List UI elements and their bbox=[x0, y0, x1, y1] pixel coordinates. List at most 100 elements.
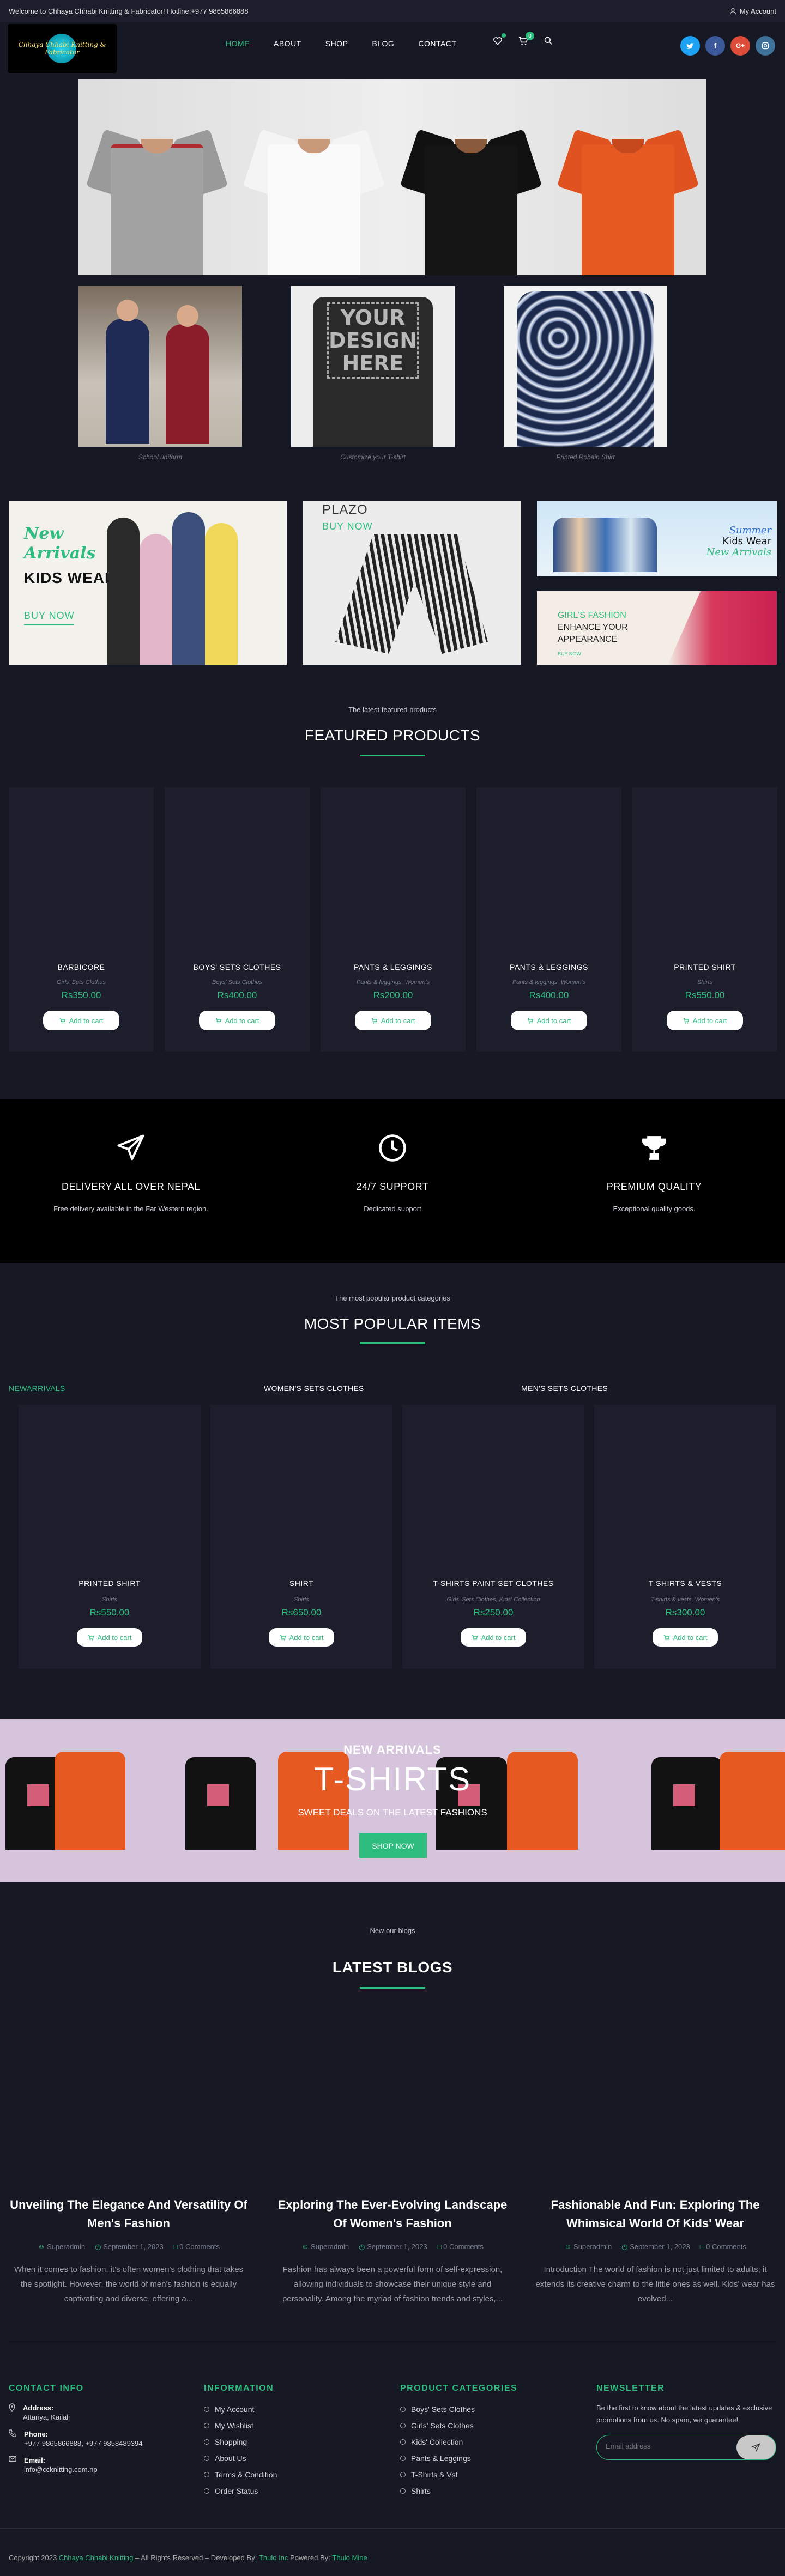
product-card[interactable]: T-SHIRTS & VESTS T-shirts & vests, Women… bbox=[594, 1405, 776, 1669]
blog-author[interactable]: Superadmin bbox=[311, 2243, 349, 2251]
product-name[interactable]: BARBICORE bbox=[9, 963, 154, 971]
add-to-cart-button[interactable]: Add to cart bbox=[199, 1011, 275, 1030]
add-to-cart-button[interactable]: Add to cart bbox=[653, 1628, 718, 1647]
product-card[interactable]: PRINTED SHIRT Shirts Rs550.00 Add to car… bbox=[632, 787, 777, 1052]
blog-post[interactable]: Exploring The Ever-Evolving Landscape Of… bbox=[273, 2196, 512, 2306]
product-name[interactable]: PRINTED SHIRT bbox=[632, 963, 777, 971]
product-name[interactable]: BOYS' SETS CLOTHES bbox=[165, 963, 310, 971]
product-name[interactable]: T-SHIRTS PAINT SET CLOTHES bbox=[402, 1579, 584, 1588]
girls-fashion-banner[interactable]: GIRL'S FASHION ENHANCE YOUR APPEARANCE B… bbox=[537, 591, 777, 665]
nav-about[interactable]: ABOUT bbox=[274, 39, 301, 48]
kids-wear-banner[interactable]: New Arrivals KIDS WEAR BUY NOW bbox=[9, 501, 287, 665]
blog-author[interactable]: Superadmin bbox=[47, 2243, 85, 2251]
logo[interactable]: Chhaya Chhabi Knitting & Fabricator bbox=[8, 24, 117, 73]
plazo-buy-now[interactable]: BUY NOW bbox=[322, 521, 373, 532]
footer-phone[interactable]: +977 9865866888, +977 9858489394 bbox=[24, 2439, 143, 2448]
product-name[interactable]: T-SHIRTS & VESTS bbox=[594, 1579, 776, 1588]
footer-link[interactable]: My Account bbox=[204, 2401, 384, 2417]
newsletter-email-input[interactable] bbox=[606, 2442, 731, 2450]
customize-tshirt-image[interactable]: YOUR DESIGN HERE bbox=[291, 286, 455, 447]
tab-new-arrivals[interactable]: NEWARRIVALS bbox=[9, 1384, 65, 1393]
nav-home[interactable]: HOME bbox=[226, 39, 250, 48]
product-category[interactable]: Girls' Sets Clothes, Kids' Collection bbox=[402, 1596, 584, 1603]
product-category[interactable]: Boys' Sets Clothes bbox=[165, 979, 310, 986]
facebook-icon[interactable]: f bbox=[705, 36, 725, 56]
feature-title: PREMIUM QUALITY bbox=[606, 1181, 702, 1192]
product-category[interactable]: Pants & leggings, Women's bbox=[476, 979, 621, 986]
product-card[interactable]: T-SHIRTS PAINT SET CLOTHES Girls' Sets C… bbox=[402, 1405, 584, 1669]
product-card[interactable]: SHIRT Shirts Rs650.00 Add to cart bbox=[210, 1405, 392, 1669]
printed-shirt-image[interactable] bbox=[504, 286, 667, 447]
tshirts-banner[interactable]: NEW ARRIVALS T-SHIRTS SWEET DEALS ON THE… bbox=[0, 1719, 785, 1882]
summer-kids-banner[interactable]: Summer Kids Wear New Arrivals bbox=[537, 501, 777, 576]
blog-title[interactable]: Fashionable And Fun: Exploring The Whims… bbox=[535, 2196, 775, 2233]
product-name[interactable]: PANTS & LEGGINGS bbox=[476, 963, 621, 971]
product-category[interactable]: T-shirts & vests, Women's bbox=[594, 1596, 776, 1603]
blog-comments[interactable]: 0 Comments bbox=[706, 2243, 746, 2251]
instagram-icon[interactable] bbox=[756, 36, 775, 56]
blog-author[interactable]: Superadmin bbox=[573, 2243, 612, 2251]
footer-link[interactable]: Shirts bbox=[400, 2483, 580, 2499]
footer-link[interactable]: T-Shirts & Vst bbox=[400, 2466, 580, 2483]
copyright-company-link[interactable]: Chhaya Chhabi Knitting bbox=[59, 2554, 134, 2562]
product-category[interactable]: Girls' Sets Clothes bbox=[9, 979, 154, 986]
add-to-cart-button[interactable]: Add to cart bbox=[43, 1011, 119, 1030]
product-card[interactable]: PANTS & LEGGINGS Pants & leggings, Women… bbox=[476, 787, 621, 1052]
footer-link[interactable]: Kids' Collection bbox=[400, 2434, 580, 2450]
footer-email[interactable]: info@ccknitting.com.np bbox=[24, 2465, 98, 2474]
cart-button[interactable]: 0 bbox=[518, 32, 534, 46]
footer-link[interactable]: Girls' Sets Clothes bbox=[400, 2417, 580, 2434]
footer-link[interactable]: Pants & Leggings bbox=[400, 2450, 580, 2466]
add-to-cart-button[interactable]: Add to cart bbox=[667, 1011, 743, 1030]
google-plus-icon[interactable]: G+ bbox=[730, 36, 750, 56]
product-category[interactable]: Shirts bbox=[632, 979, 777, 986]
grey-tshirt-image bbox=[86, 112, 228, 275]
wishlist-button[interactable] bbox=[493, 33, 506, 45]
school-uniform-image[interactable] bbox=[78, 286, 242, 447]
nav-shop[interactable]: SHOP bbox=[325, 39, 348, 48]
footer-link[interactable]: Boys' Sets Clothes bbox=[400, 2401, 580, 2417]
footer-link[interactable]: Shopping bbox=[204, 2434, 384, 2450]
tab-womens-sets[interactable]: WOMEN'S SETS CLOTHES bbox=[264, 1384, 364, 1393]
add-to-cart-button[interactable]: Add to cart bbox=[269, 1628, 334, 1647]
newsletter-submit-button[interactable] bbox=[736, 2435, 776, 2459]
add-to-cart-button[interactable]: Add to cart bbox=[355, 1011, 431, 1030]
footer-link[interactable]: About Us bbox=[204, 2450, 384, 2466]
blog-title[interactable]: Exploring The Ever-Evolving Landscape Of… bbox=[273, 2196, 512, 2233]
girls-buy-now[interactable]: BUY NOW bbox=[558, 648, 628, 660]
add-to-cart-button[interactable]: Add to cart bbox=[511, 1011, 587, 1030]
product-name[interactable]: PRINTED SHIRT bbox=[19, 1579, 201, 1588]
kids-buy-now[interactable]: BUY NOW bbox=[24, 610, 75, 622]
footer-link[interactable]: Order Status bbox=[204, 2483, 384, 2499]
twitter-icon[interactable] bbox=[680, 36, 700, 56]
product-card[interactable]: PANTS & LEGGINGS Pants & leggings, Women… bbox=[321, 787, 466, 1052]
product-name[interactable]: SHIRT bbox=[210, 1579, 392, 1588]
search-button[interactable] bbox=[544, 37, 553, 45]
add-to-cart-button[interactable]: Add to cart bbox=[77, 1628, 142, 1647]
developer-link[interactable]: Thulo Inc bbox=[259, 2554, 288, 2562]
nav-blog[interactable]: BLOG bbox=[372, 39, 394, 48]
product-category[interactable]: Shirts bbox=[19, 1596, 201, 1603]
host-link[interactable]: Thulo Mine bbox=[332, 2554, 367, 2562]
feature-title: DELIVERY ALL OVER NEPAL bbox=[62, 1181, 200, 1192]
tab-mens-sets[interactable]: MEN'S SETS CLOTHES bbox=[521, 1384, 608, 1393]
my-account-link[interactable]: My Account bbox=[729, 7, 776, 15]
add-to-cart-button[interactable]: Add to cart bbox=[461, 1628, 526, 1647]
product-category[interactable]: Pants & leggings, Women's bbox=[321, 979, 466, 986]
blog-post[interactable]: Fashionable And Fun: Exploring The Whims… bbox=[535, 2196, 775, 2306]
blog-comments[interactable]: 0 Comments bbox=[443, 2243, 484, 2251]
footer-link[interactable]: Terms & Condition bbox=[204, 2466, 384, 2483]
blog-comments[interactable]: 0 Comments bbox=[179, 2243, 220, 2251]
product-name[interactable]: PANTS & LEGGINGS bbox=[321, 963, 466, 971]
blog-post[interactable]: Unveiling The Elegance And Versatility O… bbox=[9, 2196, 249, 2306]
product-card[interactable]: PRINTED SHIRT Shirts Rs550.00 Add to car… bbox=[19, 1405, 201, 1669]
shop-now-button[interactable]: SHOP NOW bbox=[359, 1833, 427, 1858]
hero-banner[interactable] bbox=[78, 79, 706, 275]
product-category[interactable]: Shirts bbox=[210, 1596, 392, 1603]
footer-link[interactable]: My Wishlist bbox=[204, 2417, 384, 2434]
product-card[interactable]: BARBICORE Girls' Sets Clothes Rs350.00 A… bbox=[9, 787, 154, 1052]
blog-title[interactable]: Unveiling The Elegance And Versatility O… bbox=[9, 2196, 249, 2233]
product-card[interactable]: BOYS' SETS CLOTHES Boys' Sets Clothes Rs… bbox=[165, 787, 310, 1052]
plazo-banner[interactable]: PLAZO BUY NOW bbox=[303, 501, 521, 665]
nav-contact[interactable]: CONTACT bbox=[418, 39, 456, 48]
